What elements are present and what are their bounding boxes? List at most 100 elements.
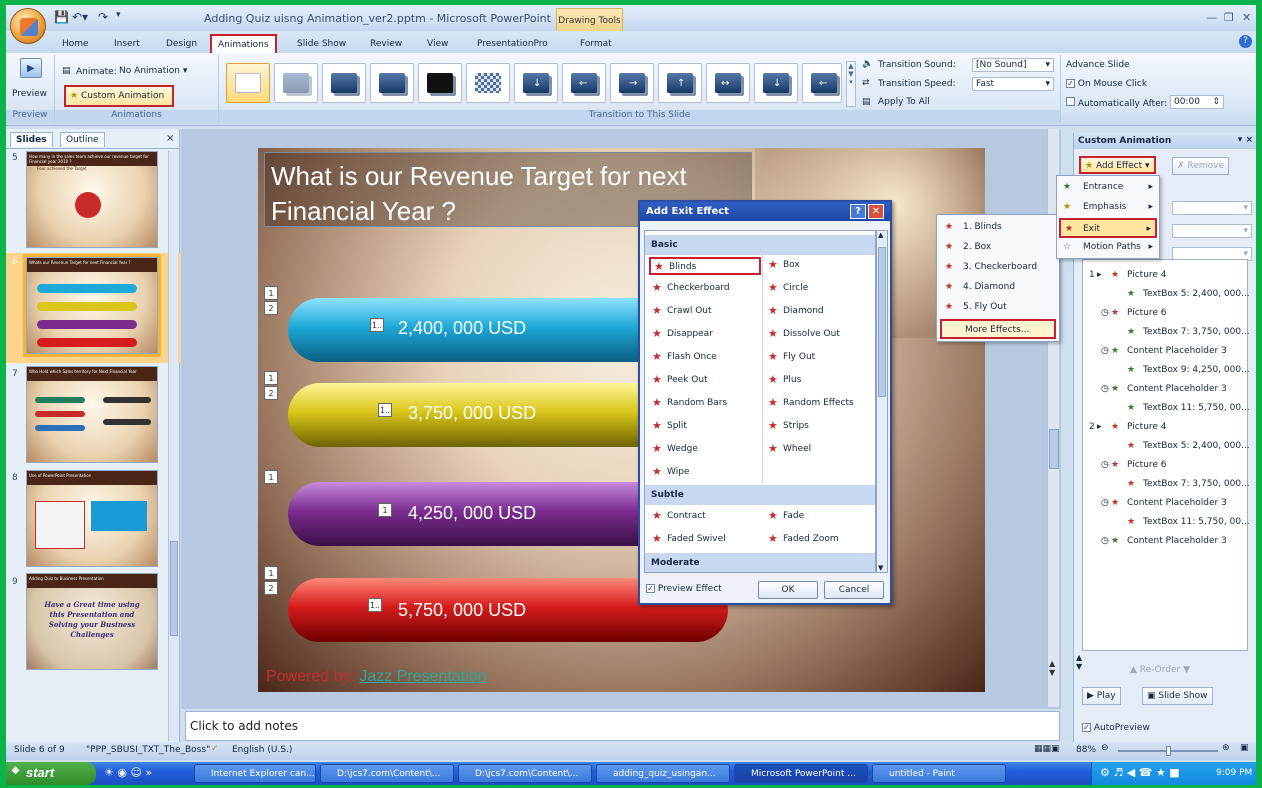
tab-view[interactable]: View [427,34,448,53]
slides-scrollbar[interactable] [168,151,178,741]
transition-wipe-right-thumb[interactable]: → [610,63,654,103]
effect-peek-out[interactable]: ★ Peek Out [649,372,761,390]
redo-icon[interactable]: ↷ [98,10,108,24]
effect-fly-out[interactable]: ★ Fly Out [765,349,875,367]
list-item[interactable]: TextBox 9: 4,250, 000... [1143,365,1250,375]
office-button[interactable] [10,8,46,44]
tab-design[interactable]: Design [166,34,197,53]
animation-list[interactable]: 1 ▸ ★ Picture 4 ★ TextBox 5: 2,400, 000... ◷… [1082,259,1250,651]
effect-checkerboard[interactable]: ★ Checkerboard [649,280,761,298]
fit-to-window-icon[interactable]: ▣ [1240,743,1249,753]
effect-contract[interactable]: ★ Contract [649,508,761,526]
undo-icon[interactable]: ↶▾ [72,10,88,24]
effect-list[interactable]: Basic ★ Blinds ★ Box ★ Checkerboard ★ Circle… [644,230,876,573]
autopreview-checkbox[interactable]: ✓ AutoPreview [1082,723,1150,733]
tab-presentationpro[interactable]: PresentationPro [477,34,548,53]
effect-flash-once[interactable]: ★ Flash Once [649,349,761,367]
effect-strips[interactable]: ★ Strips [765,418,875,436]
menu-item-diamond[interactable]: ★ 4. Diamond [937,278,1059,298]
list-item[interactable]: TextBox 7: 3,750, 000... [1143,479,1250,489]
taskbar-button[interactable]: D:\jcs7.com\Content\... [320,764,454,783]
cancel-button[interactable]: Cancel [824,581,884,599]
transition-wipe-left-thumb[interactable]: ← [562,63,606,103]
list-item[interactable]: TextBox 5: 2,400, 000... [1143,441,1250,451]
transition-wipe-up-thumb[interactable]: ↑ [658,63,702,103]
notes-pane[interactable]: Click to add notes [185,711,1060,741]
effect-split[interactable]: ★ Split [649,418,761,436]
slide-thumbnail-9[interactable]: Adding Quiz to Business Presentation Hav… [26,573,158,670]
menu-item-box[interactable]: ★ 2. Box [937,238,1059,258]
help-icon[interactable]: ? [1239,35,1252,48]
menu-item-more-effects[interactable]: More Effects... [940,319,1056,339]
start-button[interactable]: ❖ start [6,762,96,785]
quick-launch-icons[interactable]: ☀ ◉ ☺ » [104,766,152,779]
transition-split-thumb[interactable]: ↔ [706,63,750,103]
tab-insert[interactable]: Insert [114,34,140,53]
tab-outline[interactable]: Outline [60,132,105,147]
taskbar-button[interactable]: adding_quiz_usingan... [596,764,730,783]
effect-box[interactable]: ★ Box [765,257,875,275]
minimize-icon[interactable]: — [1206,11,1217,24]
customize-qat-icon[interactable]: ▾ [116,10,121,20]
ok-button[interactable]: OK [758,581,818,599]
apply-to-all-button[interactable]: Apply To All [878,97,930,107]
close-pane-icon[interactable]: × [166,133,174,144]
transition-fade-smoothly-thumb[interactable] [274,63,318,103]
restore-icon[interactable]: ❐ [1224,11,1234,24]
list-item[interactable]: TextBox 11: 5,750, 00... [1143,403,1250,413]
effect-crawl-out[interactable]: ★ Crawl Out [649,303,761,321]
effect-blinds[interactable]: ★ Blinds [649,257,761,275]
preview-button[interactable]: Preview [12,89,47,99]
taskbar-button[interactable]: D:\jcs7.com\Content\... [458,764,592,783]
effect-plus[interactable]: ★ Plus [765,372,875,390]
slide-thumbnail-6[interactable]: Whats our Revenue Target for next Financ… [23,254,161,357]
remove-button[interactable]: ✗ Remove [1172,157,1229,175]
view-buttons[interactable]: ▦▦▣ [1034,744,1060,754]
start-dropdown[interactable]: ▾ [1172,201,1252,215]
save-icon[interactable]: 💾 [54,10,69,24]
effect-circle[interactable]: ★ Circle [765,280,875,298]
transition-push-left-thumb[interactable]: ← [802,63,842,103]
preview-icon[interactable]: ▶ [20,58,42,78]
effect-fade[interactable]: ★ Fade [765,508,875,526]
slide-show-button[interactable]: ▣ Slide Show [1142,687,1213,705]
list-item[interactable]: Picture 6 [1127,308,1167,318]
effect-wheel[interactable]: ★ Wheel [765,441,875,459]
transition-none-thumb[interactable] [226,63,270,103]
transition-fade-black-thumb[interactable] [322,63,366,103]
language[interactable]: English (U.S.) [232,745,292,755]
list-item[interactable]: Content Placeholder 3 [1127,384,1227,394]
list-item[interactable]: Content Placeholder 3 [1127,346,1227,356]
bar-4-label[interactable]: 5,750, 000 USD [398,600,526,621]
transition-wipe-down-thumb[interactable]: ↓ [514,63,558,103]
transition-sound-dropdown[interactable]: [No Sound] ▾ [972,58,1054,72]
list-item[interactable]: Content Placeholder 3 [1127,536,1227,546]
tab-format[interactable]: Format [580,34,612,53]
animate-dropdown[interactable]: No Animation ▾ [116,65,204,79]
menu-item-blinds[interactable]: ★ 1. Blinds [937,218,1059,238]
transition-cut-thumb[interactable] [370,63,414,103]
tab-slide-show[interactable]: Slide Show [297,34,346,53]
list-item[interactable]: TextBox 5: 2,400, 000... [1143,289,1250,299]
transition-speed-dropdown[interactable]: Fast ▾ [972,77,1054,91]
list-item[interactable]: Content Placeholder 3 [1127,498,1227,508]
list-item[interactable]: Picture 6 [1127,460,1167,470]
effect-random-bars[interactable]: ★ Random Bars [649,395,761,413]
effect-disappear[interactable]: ★ Disappear [649,326,761,344]
menu-item-emphasis[interactable]: ★ Emphasis ▸ [1057,198,1159,218]
tab-slides[interactable]: Slides [10,132,53,147]
effect-wedge[interactable]: ★ Wedge [649,441,761,459]
list-item[interactable]: Picture 4 [1127,270,1167,280]
effect-wipe[interactable]: ★ Wipe [649,464,761,482]
tray-icons[interactable]: ⚙ ♬ ◀ ☎ ★ ■ [1100,766,1180,779]
slide-thumbnail-7[interactable]: Who Hold which Sales territory for Next … [26,366,158,463]
effect-list-scrollbar[interactable]: ▲ ▼ [876,230,888,573]
close-icon[interactable]: ✕ [1242,11,1251,24]
tab-home[interactable]: Home [62,34,89,53]
zoom-in-icon[interactable]: ⊕ [1222,743,1230,753]
transition-push-thumb[interactable]: ↓ [754,63,798,103]
effect-diamond[interactable]: ★ Diamond [765,303,875,321]
transition-cut-black-thumb[interactable] [418,63,462,103]
list-item[interactable]: Picture 4 [1127,422,1167,432]
tab-animations[interactable]: Animations [210,34,277,53]
